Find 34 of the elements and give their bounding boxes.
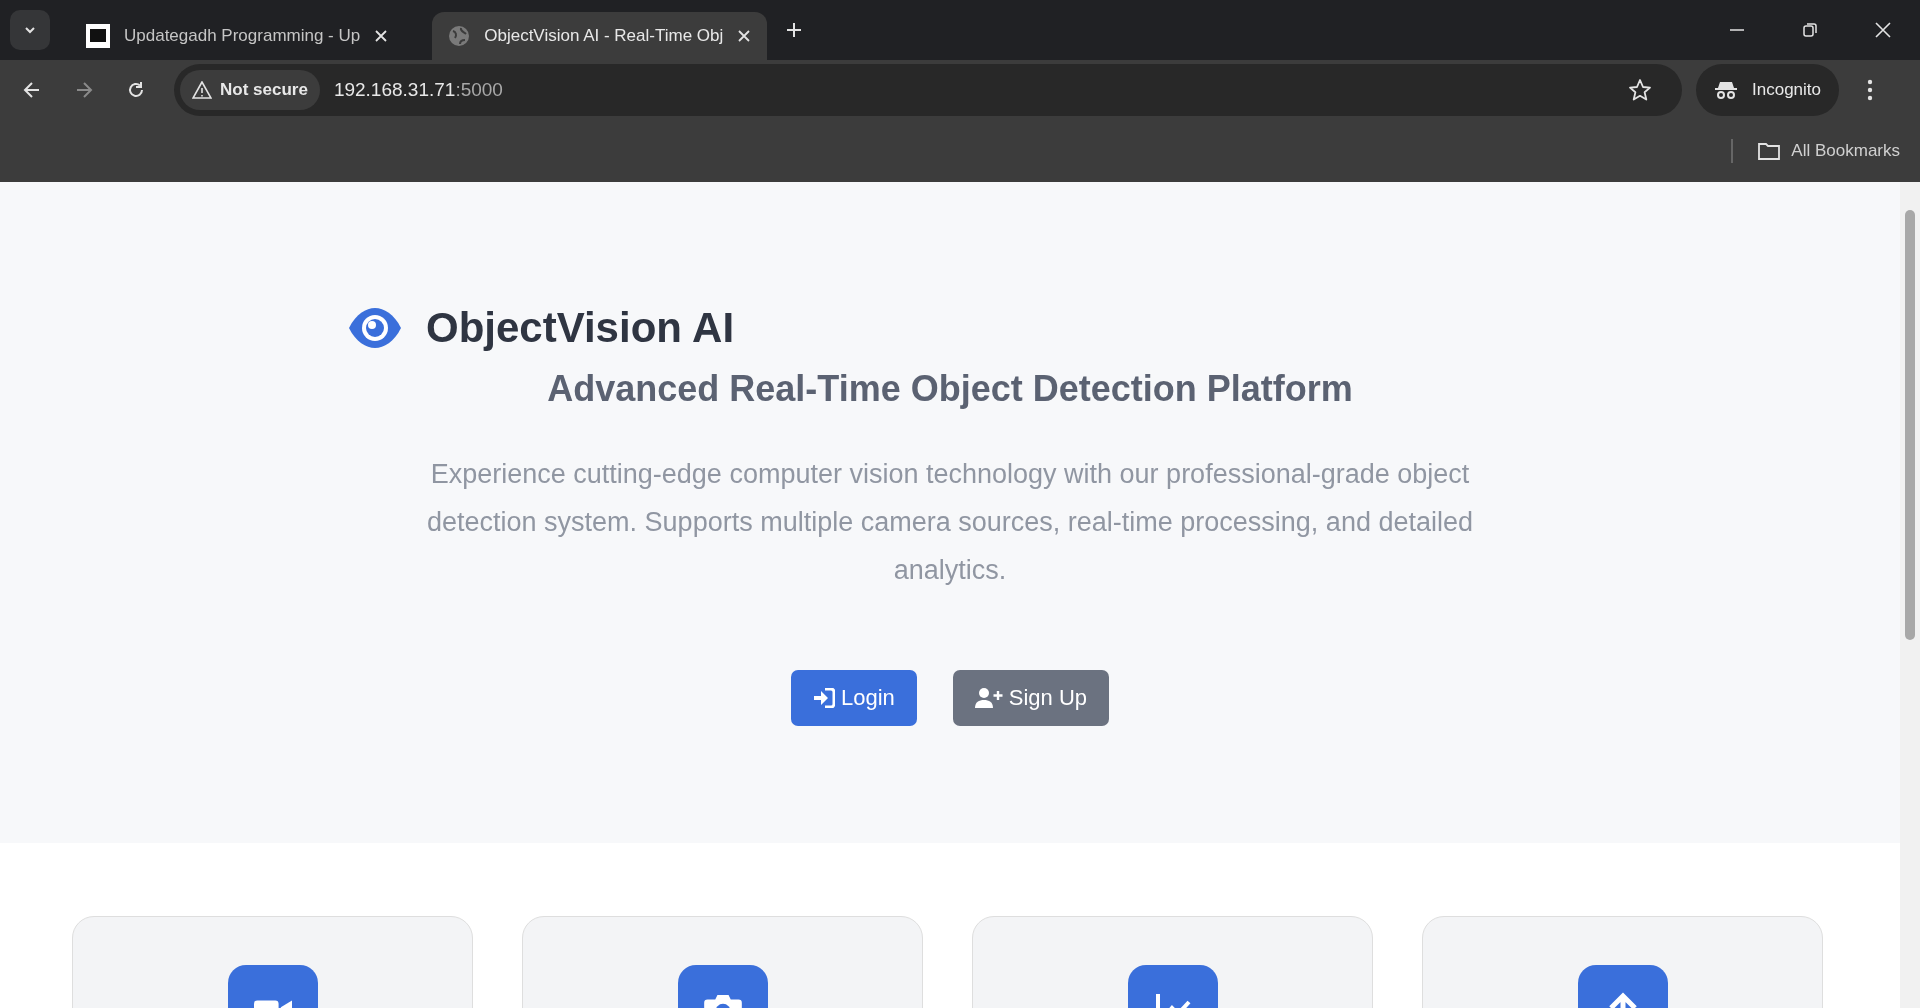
site-logo-icon xyxy=(86,24,110,48)
sign-in-icon xyxy=(812,688,835,708)
globe-icon xyxy=(448,25,471,47)
address-bar[interactable]: Not secure 192.168.31.71:5000 xyxy=(174,64,1682,116)
hero-description: Experience cutting-edge computer vision technology with our professional-grade object detection system. Supports multiple camera sources, real-time processing, and detailed analytics. xyxy=(426,458,1474,587)
folder-icon xyxy=(1757,141,1782,161)
forward-arrow-icon[interactable] xyxy=(74,80,94,100)
scrollbar[interactable] xyxy=(1900,182,1920,1008)
browser-tab[interactable]: ObjectVision AI - Real-Time Obj xyxy=(432,12,768,60)
bookmarks-folder[interactable]: All Bookmarks xyxy=(1757,141,1900,161)
add-user-icon xyxy=(974,688,1003,708)
reload-icon[interactable] xyxy=(126,80,146,100)
star-icon[interactable] xyxy=(1628,78,1652,102)
incognito-button[interactable]: Incognito xyxy=(1696,64,1839,116)
close-icon[interactable] xyxy=(1875,22,1891,38)
menu-icon[interactable] xyxy=(1867,79,1873,101)
brand-title: ObjectVision AI xyxy=(426,304,735,352)
new-tab-icon[interactable] xyxy=(785,21,804,39)
sign-up-button[interactable]: Sign Up xyxy=(952,670,1110,726)
security-label: Not secure xyxy=(220,80,308,100)
warning-icon xyxy=(192,81,212,99)
eye-icon xyxy=(348,307,402,349)
close-icon[interactable] xyxy=(374,29,389,43)
browser-tab[interactable]: Updategadh Programming - Up xyxy=(70,12,405,60)
tab-title: Updategadh Programming - Up xyxy=(124,26,361,46)
security-chip[interactable]: Not secure xyxy=(180,70,320,110)
back-arrow-icon[interactable] xyxy=(22,80,42,100)
url-text: 192.168.31.71:5000 xyxy=(333,79,503,101)
hero-subtitle: Advanced Real-Time Object Detection Platform xyxy=(546,368,1354,410)
tab-title: ObjectVision AI - Real-Time Obj xyxy=(484,26,724,46)
login-button[interactable]: Login xyxy=(790,670,917,726)
restore-icon[interactable] xyxy=(1802,22,1818,38)
incognito-icon xyxy=(1714,80,1738,100)
close-icon[interactable] xyxy=(737,29,752,43)
